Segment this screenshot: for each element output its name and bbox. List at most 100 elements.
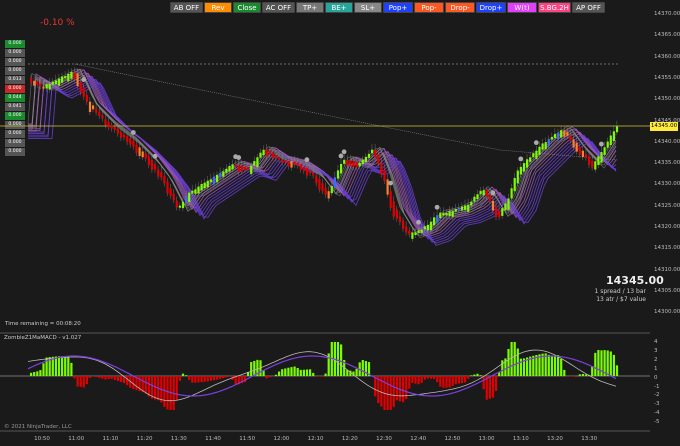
candle — [402, 220, 405, 229]
candle — [361, 159, 364, 165]
candle — [132, 140, 135, 147]
histogram-bar — [188, 376, 191, 380]
candle — [110, 125, 113, 129]
copyright: © 2021 NinjaTrader, LLC — [4, 424, 72, 430]
candle — [188, 192, 191, 202]
histogram-bar — [485, 376, 488, 400]
candle — [538, 146, 541, 155]
candle — [544, 142, 547, 150]
histogram-bar — [222, 376, 225, 379]
candle — [57, 78, 61, 86]
candle — [197, 186, 200, 194]
histogram-bar — [507, 348, 510, 376]
candle — [374, 149, 377, 158]
histogram-bar — [479, 375, 482, 376]
ma-line — [28, 74, 617, 237]
candle — [42, 86, 45, 89]
candle — [367, 153, 371, 158]
histogram-bar — [495, 376, 498, 391]
candle — [203, 182, 206, 189]
candle — [33, 80, 36, 86]
candle — [95, 108, 98, 113]
candle — [609, 135, 612, 146]
time-tick: 11:30 — [170, 436, 187, 442]
candle — [45, 84, 48, 89]
candle — [451, 211, 454, 217]
histogram-bar — [361, 359, 364, 376]
candle — [364, 156, 367, 163]
candle — [256, 157, 259, 168]
histogram-bar — [95, 376, 98, 378]
histogram-bar — [150, 376, 154, 399]
histogram-bar — [216, 376, 219, 380]
candle — [380, 162, 383, 175]
candle — [101, 115, 104, 119]
candle — [426, 224, 429, 231]
candle — [191, 190, 194, 194]
candle — [526, 159, 529, 168]
histogram-bar — [606, 350, 609, 376]
histogram-bar — [33, 372, 36, 376]
histogram-bar — [305, 369, 309, 376]
histogram-bar — [457, 376, 460, 384]
histogram-bar — [268, 376, 271, 378]
histogram-bar — [126, 376, 129, 386]
histogram-bar — [467, 376, 470, 379]
candle — [61, 76, 64, 83]
histogram-bar — [560, 358, 563, 376]
big-price-display: 14345.00 — [606, 274, 664, 287]
candle — [181, 201, 185, 209]
candle — [600, 152, 603, 163]
candle — [504, 203, 507, 211]
price-chart[interactable] — [0, 0, 680, 446]
candle — [147, 156, 150, 166]
candle — [330, 185, 333, 194]
histogram-bar — [464, 376, 467, 383]
indicator-tick: -1 — [654, 383, 660, 390]
time-tick: 13:20 — [547, 436, 563, 442]
candle — [138, 147, 141, 156]
price-tick: 14350.00 — [654, 96, 680, 103]
candle — [119, 131, 123, 139]
candle — [281, 160, 284, 163]
histogram-bar — [76, 376, 79, 387]
indicator-tick: 0 — [654, 374, 658, 381]
candle — [371, 149, 374, 154]
candle — [563, 130, 566, 137]
candle — [126, 136, 129, 143]
histogram-bar — [516, 348, 519, 376]
candle — [575, 142, 578, 152]
candle — [377, 154, 380, 164]
candle — [423, 226, 426, 230]
histogram-bar — [64, 356, 67, 376]
candle — [287, 160, 290, 167]
candle — [498, 210, 501, 218]
candle — [82, 87, 85, 97]
candle — [116, 128, 119, 134]
histogram-bar — [57, 356, 61, 376]
time-tick: 12:00 — [273, 436, 290, 442]
price-tick: 14300.00 — [654, 309, 680, 316]
candle — [578, 146, 581, 155]
candle — [529, 157, 532, 162]
signal-dot — [341, 149, 347, 155]
candle — [535, 150, 538, 159]
candle — [606, 141, 609, 148]
candle — [123, 134, 126, 138]
candle — [36, 81, 39, 85]
histogram-bar — [513, 342, 516, 376]
histogram-bar — [296, 367, 299, 376]
candle — [457, 207, 460, 210]
candle — [358, 163, 361, 167]
candle — [612, 131, 615, 141]
candle — [157, 169, 160, 177]
indicator-tick: -4 — [654, 410, 660, 417]
candle — [169, 188, 172, 196]
candle — [253, 161, 256, 166]
candle — [219, 172, 222, 178]
histogram-bar — [110, 376, 113, 379]
time-tick: 12:10 — [307, 436, 324, 442]
candle — [541, 143, 544, 150]
candle — [194, 189, 197, 194]
candle — [166, 181, 169, 194]
